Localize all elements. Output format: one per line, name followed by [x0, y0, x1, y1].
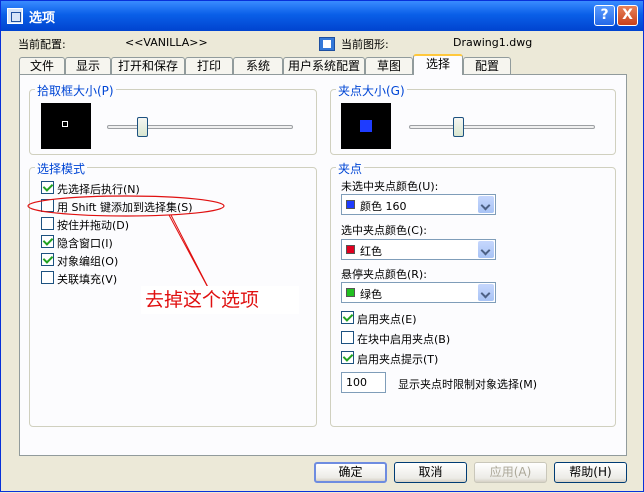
- annotation-arrow: [168, 214, 214, 298]
- cancel-button[interactable]: 取消: [394, 462, 467, 483]
- annotation-text: 去掉这个选项: [141, 286, 299, 314]
- annotation-overlay: [27, 195, 225, 298]
- tab-selection[interactable]: 选择: [413, 54, 463, 75]
- apply-button[interactable]: 应用(A): [474, 462, 547, 483]
- options-dialog: 选项 ? X 当前配置: <<VANILLA>> 当前图形: Drawing1.…: [0, 0, 644, 492]
- annotation-ellipse: [27, 195, 225, 217]
- help-button[interactable]: 帮助(H): [554, 462, 627, 483]
- ok-button[interactable]: 确定: [314, 462, 387, 483]
